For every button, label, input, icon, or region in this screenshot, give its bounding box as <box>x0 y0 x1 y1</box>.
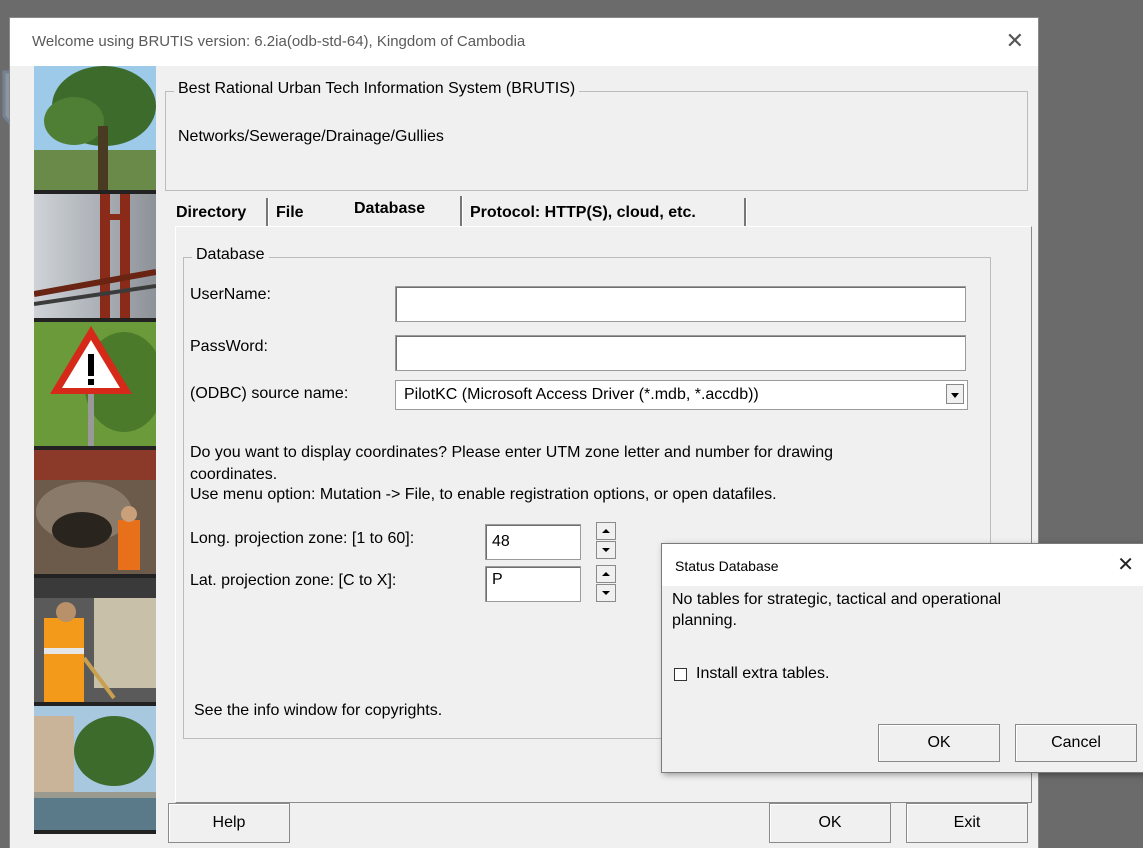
status-title-bar: Status Database ✕ <box>662 544 1143 586</box>
side-image-strip <box>34 66 156 834</box>
spin-down-icon[interactable] <box>596 541 616 559</box>
odbc-source-select[interactable]: PilotKC (Microsoft Access Driver (*.mdb,… <box>395 380 968 410</box>
status-database-dialog: Status Database ✕ No tables for strategi… <box>661 543 1143 773</box>
header-subtitle: Networks/Sewerage/Drainage/Gullies <box>178 128 444 145</box>
close-icon[interactable]: ✕ <box>1117 552 1134 577</box>
sewer-worker-photo-icon <box>34 450 156 574</box>
coord-question-text-2: coordinates. <box>190 466 278 483</box>
close-icon[interactable]: ✕ <box>1006 28 1024 54</box>
tab-database[interactable]: Database <box>354 200 425 218</box>
title-bar: Welcome using BRUTIS version: 6.2ia(odb-… <box>10 18 1038 66</box>
status-ok-button[interactable]: OK <box>878 724 1000 762</box>
bridge-photo-icon <box>34 194 156 318</box>
odbc-source-value: PilotKC (Microsoft Access Driver (*.mdb,… <box>404 386 759 403</box>
help-button[interactable]: Help <box>168 803 290 843</box>
odbc-label: (ODBC) source name: <box>190 385 349 402</box>
copyright-text: See the info window for copyrights. <box>194 702 443 719</box>
spin-up-icon[interactable] <box>596 565 616 583</box>
long-zone-label: Long. projection zone: [1 to 60]: <box>190 530 415 547</box>
tab-separator <box>266 198 269 226</box>
tab-separator <box>744 198 747 226</box>
tab-protocol[interactable]: Protocol: HTTP(S), cloud, etc. <box>470 204 696 222</box>
password-label: PassWord: <box>190 338 268 355</box>
ok-button[interactable]: OK <box>769 803 891 843</box>
database-group-title: Database <box>192 246 269 264</box>
tree-photo-icon <box>34 66 156 190</box>
header-group-title: Best Rational Urban Tech Information Sys… <box>174 80 580 98</box>
tab-directory[interactable]: Directory <box>176 204 246 222</box>
tab-file[interactable]: File <box>276 204 304 222</box>
exit-button[interactable]: Exit <box>906 803 1028 843</box>
lat-zone-input[interactable]: P <box>485 566 581 602</box>
warning-sign-photo-icon <box>34 322 156 446</box>
long-zone-stepper[interactable] <box>596 522 616 560</box>
lat-zone-label: Lat. projection zone: [C to X]: <box>190 572 397 589</box>
coord-question-text: Do you want to display coordinates? Plea… <box>190 444 834 461</box>
lat-zone-stepper[interactable] <box>596 565 616 603</box>
spin-down-icon[interactable] <box>596 584 616 602</box>
long-zone-input[interactable]: 48 <box>485 524 581 560</box>
password-input[interactable] <box>395 335 966 371</box>
username-input[interactable] <box>395 286 966 322</box>
chevron-down-icon[interactable] <box>946 384 964 404</box>
install-extra-tables-checkbox[interactable] <box>674 668 687 681</box>
install-extra-tables-label[interactable]: Install extra tables. <box>696 665 829 683</box>
canal-photo-icon <box>34 706 156 830</box>
road-worker-photo-icon <box>34 578 156 702</box>
status-message: No tables for strategic, tactical and op… <box>672 591 1002 608</box>
window-title: Welcome using BRUTIS version: 6.2ia(odb-… <box>32 33 526 50</box>
username-label: UserName: <box>190 286 271 303</box>
status-message-2: planning. <box>672 612 737 629</box>
lat-zone-value: P <box>492 571 503 588</box>
long-zone-value: 48 <box>492 533 510 550</box>
menu-hint-text: Use menu option: Mutation -> File, to en… <box>190 486 777 503</box>
tab-separator <box>460 196 463 226</box>
status-cancel-button[interactable]: Cancel <box>1015 724 1137 762</box>
spin-up-icon[interactable] <box>596 522 616 540</box>
status-dialog-title: Status Database <box>675 558 779 574</box>
